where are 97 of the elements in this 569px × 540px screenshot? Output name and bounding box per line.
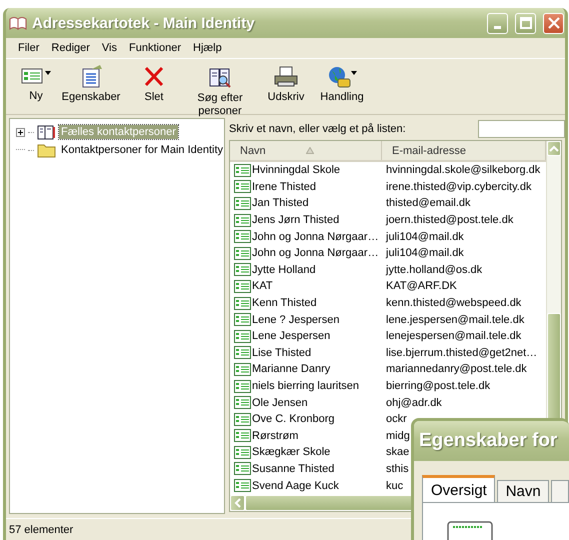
contact-icon <box>234 462 251 476</box>
contact-name[interactable]: Ole Jensen <box>252 396 308 409</box>
contact-name[interactable]: Hvinningdal Skole <box>252 164 340 176</box>
email-address: bierring@post.tele.dk <box>386 380 490 392</box>
contact-icon <box>234 412 251 426</box>
contact-name[interactable]: Jens Jørn Thisted <box>252 214 340 226</box>
contact-icon <box>234 429 251 442</box>
email-address: KAT@ARF.DK <box>386 280 457 292</box>
email-address: midg <box>386 430 410 442</box>
contact-icon <box>234 346 251 360</box>
contact-name[interactable]: Susanne Thisted <box>252 462 334 475</box>
search-field[interactable] <box>478 120 565 138</box>
contact-name[interactable]: Skægkær Skole <box>252 446 330 458</box>
email-address: jytte.holland@os.dk <box>386 264 482 276</box>
email-address: ockr <box>386 413 407 426</box>
contact-name[interactable]: Kenn Thisted <box>252 297 317 310</box>
contact-icon <box>234 280 251 293</box>
column-header[interactable]: Navn <box>230 141 382 160</box>
search-label: Skriv et navn, eller vælg et på listen: <box>229 123 406 135</box>
contact-name[interactable]: John og Jonna Nørgaar… <box>252 247 379 260</box>
dialog-title: Egenskaber for <box>419 430 558 452</box>
contact-icon <box>234 330 251 343</box>
contact-icon <box>234 263 251 276</box>
email-address: skae <box>386 446 410 458</box>
menu-item[interactable]: Hjælp <box>187 42 228 54</box>
contact-name[interactable]: John og Jonna Nørgaar… <box>252 230 379 243</box>
email-address: thisted@email.dk <box>386 197 471 210</box>
contact-icon <box>234 196 251 210</box>
email-address: ohj@adr.dk <box>386 396 442 409</box>
email-address: hvinningdal.skole@silkeborg.dk <box>386 164 540 176</box>
contact-name[interactable]: Lise Thisted <box>252 346 312 359</box>
menu-item[interactable]: Filer <box>12 42 46 54</box>
contact-icon <box>234 396 251 410</box>
contact-name[interactable]: Rørstrøm <box>252 430 298 442</box>
minimize-icon <box>494 26 501 29</box>
toolbar-button[interactable]: Handling <box>314 63 370 114</box>
toolbar-button[interactable]: Ny <box>16 63 56 114</box>
menu-item[interactable]: Funktioner <box>123 42 187 54</box>
tab[interactable]: Oversigt <box>422 475 495 502</box>
contact-name[interactable]: Jytte Holland <box>252 264 316 276</box>
email-address: kuc <box>386 480 404 492</box>
email-address: sthis <box>386 462 409 475</box>
contact-icon <box>234 246 251 260</box>
email-address: lene.jespersen@mail.tele.dk <box>386 314 524 326</box>
email-address: kenn.thisted@webspeed.dk <box>386 297 522 310</box>
contact-name[interactable]: Lene ? Jespersen <box>252 314 340 326</box>
email-address: juli104@mail.dk <box>386 230 464 243</box>
email-address: juli104@mail.dk <box>386 247 464 260</box>
contact-name[interactable]: Irene Thisted <box>252 180 316 193</box>
window-title: Adressekartotek - Main Identity <box>32 14 256 32</box>
menu-item[interactable]: Rediger <box>45 42 96 54</box>
maximize-button[interactable] <box>515 12 536 34</box>
email-address: irene.thisted@vip.cybercity.dk <box>386 180 532 193</box>
toolbar-button[interactable]: Slet <box>126 63 182 114</box>
contact-name[interactable]: Lene Jespersen <box>252 330 330 342</box>
book-icon <box>9 15 27 31</box>
maximize-icon <box>520 17 532 29</box>
tab[interactable] <box>551 480 569 502</box>
contact-icon <box>234 362 251 376</box>
toolbar-button[interactable]: Søg efter personer <box>182 63 258 114</box>
menu-item[interactable]: Vis <box>96 42 124 54</box>
toolbar-button[interactable]: Egenskaber <box>56 63 126 114</box>
scroll-up-button[interactable] <box>547 141 561 156</box>
toolbar-button[interactable]: Udskriv <box>258 63 314 114</box>
email-address: lenejespersen@mail.tele.dk <box>386 330 522 342</box>
expand-icon[interactable] <box>16 128 25 136</box>
contact-name[interactable]: niels bierring lauritsen <box>252 380 359 392</box>
contact-icon <box>234 164 251 177</box>
contact-name[interactable]: Jan Thisted <box>252 197 309 210</box>
email-address: lise.bjerrum.thisted@get2net… <box>386 346 538 359</box>
email-address: joern.thisted@post.tele.dk <box>386 214 514 226</box>
contact-icon <box>234 313 251 326</box>
contact-name[interactable]: Svend Aage Kuck <box>252 480 339 492</box>
contact-icon <box>234 214 251 227</box>
contact-icon <box>234 380 251 393</box>
folder-icon <box>37 142 56 158</box>
contact-icon <box>234 296 251 310</box>
globe-phone-icon <box>327 65 351 88</box>
contact-name[interactable]: Ove C. Kronborg <box>252 413 335 426</box>
contact-icon <box>234 446 251 459</box>
contact-icon <box>234 479 251 492</box>
contact-name[interactable]: Marianne Danry <box>252 363 330 376</box>
properties-icon <box>80 65 102 88</box>
delete-icon <box>143 65 165 88</box>
email-address: mariannedanry@post.tele.dk <box>386 363 527 376</box>
printer-icon <box>274 65 298 88</box>
scroll-left-button[interactable] <box>230 495 245 511</box>
tab[interactable]: Navn <box>496 480 549 502</box>
contact-name[interactable]: KAT <box>252 280 273 292</box>
minimize-button[interactable] <box>487 12 508 34</box>
close-icon <box>548 17 560 29</box>
tree-item[interactable]: Kontaktpersoner for Main Identity <box>59 143 226 157</box>
address-book-icon <box>37 124 56 140</box>
contact-icon <box>234 230 251 244</box>
close-button[interactable] <box>543 12 564 34</box>
contact-icon <box>234 180 251 194</box>
status-text: 57 elementer <box>9 524 74 536</box>
